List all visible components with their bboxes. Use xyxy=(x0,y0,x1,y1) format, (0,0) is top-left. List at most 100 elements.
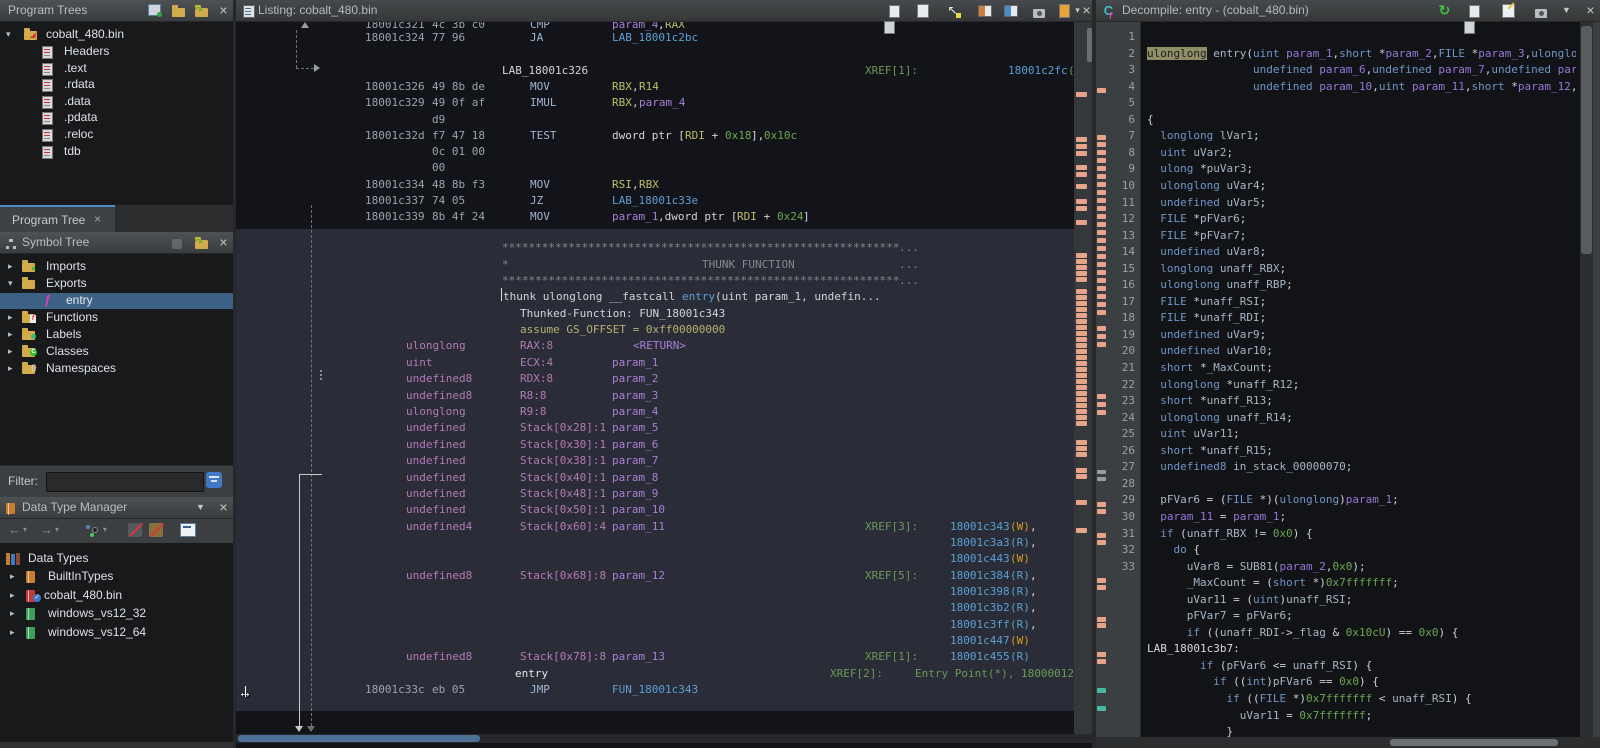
change-mark[interactable] xyxy=(1097,270,1106,275)
listing-row[interactable]: 18001c3a3(R), xyxy=(236,536,1078,551)
listing-field[interactable]: MOV xyxy=(530,178,550,191)
code-token[interactable]: = ( xyxy=(1227,593,1254,606)
listing-row[interactable]: ****************************************… xyxy=(236,274,1078,289)
listing-field[interactable]: RDX:8 xyxy=(520,372,553,385)
code-token[interactable]: pFVar6 xyxy=(1226,659,1266,672)
chevron-right-icon[interactable]: ▸ xyxy=(8,261,13,272)
listing-row[interactable]: 18001c33448 8b f3MOVRSI,RBX xyxy=(236,178,1078,193)
listing-field[interactable]: 18001c324 xyxy=(365,31,425,44)
code-token[interactable] xyxy=(1147,593,1187,606)
code-token[interactable]: ; xyxy=(1260,245,1267,258)
listing-row[interactable]: undefined4Stack[0x60]:4param_11XREF[3]:1… xyxy=(236,520,1078,535)
listing-row[interactable]: entryXREF[2]:Entry Point(*), 180000120 xyxy=(236,667,1078,682)
listing-field[interactable]: 18001c343 xyxy=(950,520,1010,533)
listing-field[interactable]: param_10 xyxy=(612,503,665,516)
code-token[interactable]: unaff_R14 xyxy=(1226,411,1286,424)
code-token[interactable]: = xyxy=(1220,560,1240,573)
misc-mark[interactable] xyxy=(1097,470,1106,474)
code-line[interactable]: undefined uVar5; xyxy=(1147,196,1266,209)
listing-field[interactable]: param_3 xyxy=(612,389,658,402)
code-token[interactable]: ; xyxy=(1266,394,1273,407)
change-mark[interactable] xyxy=(1097,310,1106,315)
listing-field[interactable]: 180000120 xyxy=(1021,667,1078,680)
change-mark[interactable] xyxy=(1097,652,1106,657)
highlight-mark[interactable] xyxy=(1097,706,1106,711)
code-token[interactable]: undefined xyxy=(1160,245,1220,258)
listing-field[interactable]: IMUL xyxy=(530,96,557,109)
listing-row[interactable]: 18001c32df7 47 18TESTdword ptr [RDI + 0x… xyxy=(236,129,1078,144)
listing-field[interactable]: RBX xyxy=(612,96,632,109)
change-mark[interactable] xyxy=(1097,166,1106,171)
code-token[interactable]: ; xyxy=(1279,262,1286,275)
listing-field[interactable]: LAB_18001c2bc xyxy=(612,31,698,44)
code-token[interactable]: FILE xyxy=(1160,212,1187,225)
code-token[interactable]: unaff_RDI xyxy=(1220,626,1280,639)
listing-field[interactable]: 0x18 xyxy=(725,129,752,142)
listing-field[interactable]: undefined xyxy=(406,454,466,467)
code-token[interactable]: unaff_RSI xyxy=(1286,593,1346,606)
listing-row[interactable]: undefinedStack[0x30]:1param_6 xyxy=(236,438,1078,453)
code-token[interactable]: ); xyxy=(1352,560,1365,573)
sidebar-item-labels[interactable]: ▸Labels xyxy=(0,327,233,343)
listing-field[interactable]: f7 47 18 xyxy=(432,129,485,142)
change-mark[interactable] xyxy=(1076,259,1087,264)
code-token[interactable]: pFVar7 xyxy=(1187,609,1227,622)
change-mark[interactable] xyxy=(1076,199,1087,204)
listing-field[interactable]: ECX:4 xyxy=(520,356,553,369)
code-token[interactable] xyxy=(1147,659,1200,672)
code-token[interactable]: ( xyxy=(1246,47,1253,60)
code-token[interactable]: ; xyxy=(1260,196,1267,209)
change-mark[interactable] xyxy=(1097,294,1106,299)
listing-field[interactable]: 18001c443 xyxy=(950,552,1010,565)
listing-field[interactable]: 18001c3ff xyxy=(950,618,1010,631)
code-token[interactable] xyxy=(1147,444,1160,457)
chevron-right-icon[interactable]: ▸ xyxy=(8,312,13,323)
code-token[interactable]: = ( xyxy=(1200,493,1227,506)
code-token[interactable]: pFVar7 xyxy=(1200,229,1240,242)
code-token[interactable]: LAB_18001c3b7: xyxy=(1147,642,1240,655)
code-token[interactable]: if xyxy=(1226,692,1239,705)
listing-field[interactable]: XREF[1]: xyxy=(865,64,918,77)
listing-hscrollbar[interactable] xyxy=(236,734,1092,743)
highlighted-token[interactable]: ulonglong xyxy=(1147,47,1207,60)
change-mark[interactable] xyxy=(1076,337,1087,342)
listing-field[interactable]: + xyxy=(757,210,777,223)
listing-field[interactable]: Entry Point(*), xyxy=(915,667,1021,680)
code-line[interactable]: { xyxy=(1147,113,1154,126)
listing-field[interactable]: Stack[0x48]:1 xyxy=(520,487,606,500)
close-icon[interactable]: × xyxy=(215,2,232,19)
code-token[interactable]: longlong xyxy=(1160,262,1213,275)
code-token[interactable]: undefined xyxy=(1160,328,1220,341)
cursor-location-icon[interactable]: ↖ xyxy=(944,2,961,19)
code-token[interactable] xyxy=(1147,510,1160,523)
change-mark[interactable] xyxy=(1076,165,1087,170)
code-token[interactable]: undefined xyxy=(1372,63,1432,76)
listing-row[interactable]: 00 xyxy=(236,161,1078,176)
code-token[interactable]: FILE xyxy=(1260,692,1287,705)
code-line[interactable]: do { xyxy=(1147,543,1200,556)
code-token[interactable]: ulonglong xyxy=(1280,493,1340,506)
code-token[interactable] xyxy=(1147,460,1160,473)
listing-field[interactable]: 18001c329 xyxy=(365,96,425,109)
chevron-right-icon[interactable]: ▸ xyxy=(8,329,13,340)
code-token[interactable]: ; xyxy=(1240,229,1247,242)
listing-field[interactable]: (R) xyxy=(1010,601,1030,614)
listing-field[interactable]: TEST xyxy=(530,129,557,142)
code-token[interactable] xyxy=(1405,80,1412,93)
listing-field[interactable]: param_9 xyxy=(612,487,658,500)
code-token[interactable]: FILE xyxy=(1160,229,1187,242)
change-mark[interactable] xyxy=(1076,313,1087,318)
code-token[interactable]: uVar4 xyxy=(1226,179,1259,192)
listing-row[interactable]: undefinedStack[0x48]:1param_9 xyxy=(236,487,1078,502)
listing-field[interactable]: ... xyxy=(899,258,919,271)
listing-field[interactable]: Stack[0x30]:1 xyxy=(520,438,606,451)
listing-field[interactable]: 18001c339 xyxy=(365,210,425,223)
code-token[interactable] xyxy=(1147,675,1213,688)
listing-field[interactable]: param_1 xyxy=(612,210,658,223)
code-token[interactable]: entry xyxy=(1213,47,1246,60)
change-mark[interactable] xyxy=(1097,206,1106,211)
listing-field[interactable]: , xyxy=(1030,618,1037,631)
change-mark[interactable] xyxy=(1076,355,1087,360)
listing-field[interactable]: RAX:8 xyxy=(520,339,553,352)
code-line[interactable]: param_11 = param_1; xyxy=(1147,510,1286,523)
